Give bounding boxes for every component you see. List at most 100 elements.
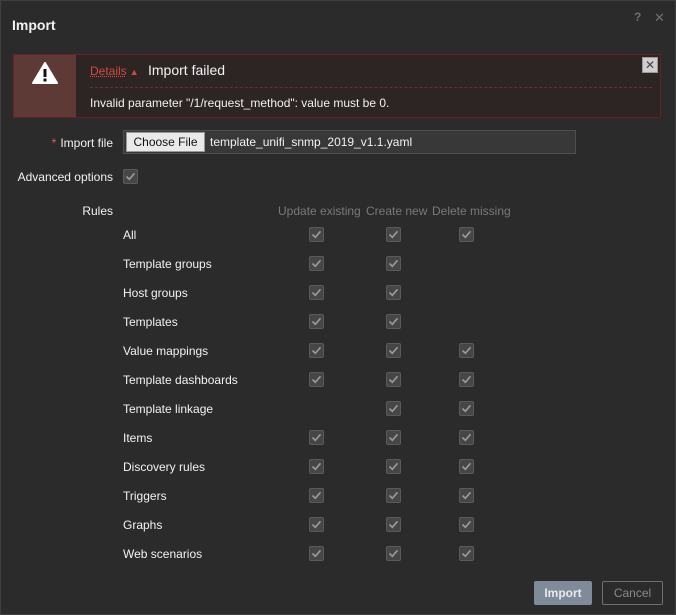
create-new-checkbox[interactable] bbox=[386, 546, 401, 561]
dialog-title: Import bbox=[12, 17, 56, 33]
message-title: Import failed bbox=[148, 62, 226, 78]
checkmark-icon bbox=[311, 433, 322, 442]
rule-label: Triggers bbox=[123, 489, 167, 503]
message-divider bbox=[90, 87, 652, 88]
warning-icon-box bbox=[14, 55, 76, 117]
import-file-label-text: Import file bbox=[60, 136, 113, 150]
checkmark-icon bbox=[461, 491, 472, 500]
checkmark-icon bbox=[388, 520, 399, 529]
checkmark-icon bbox=[311, 230, 322, 239]
checkmark-icon bbox=[388, 230, 399, 239]
checkmark-icon bbox=[311, 491, 322, 500]
checkmark-icon bbox=[311, 317, 322, 326]
delete-missing-checkbox[interactable] bbox=[459, 343, 474, 358]
details-toggle-link[interactable]: Details ▲ bbox=[90, 64, 139, 78]
checkmark-icon bbox=[388, 288, 399, 297]
close-message-icon[interactable]: ✕ bbox=[642, 57, 658, 73]
update-existing-checkbox[interactable] bbox=[309, 546, 324, 561]
column-header: Create new bbox=[366, 204, 428, 218]
checkmark-icon bbox=[388, 375, 399, 384]
rule-label: Host groups bbox=[123, 286, 188, 300]
create-new-checkbox[interactable] bbox=[386, 517, 401, 532]
delete-missing-checkbox[interactable] bbox=[459, 372, 474, 387]
checkmark-icon bbox=[388, 462, 399, 471]
update-existing-checkbox[interactable] bbox=[309, 488, 324, 503]
create-new-checkbox[interactable] bbox=[386, 488, 401, 503]
create-new-checkbox[interactable] bbox=[386, 459, 401, 474]
update-existing-checkbox[interactable] bbox=[309, 343, 324, 358]
checkmark-icon bbox=[125, 172, 136, 181]
import-button[interactable]: Import bbox=[534, 581, 592, 605]
rule-label: Items bbox=[123, 431, 153, 445]
column-header: Delete missing bbox=[432, 204, 511, 218]
import-file-field[interactable]: Choose File template_unifi_snmp_2019_v1.… bbox=[123, 130, 576, 154]
delete-missing-checkbox[interactable] bbox=[459, 517, 474, 532]
checkmark-icon bbox=[311, 375, 322, 384]
update-existing-checkbox[interactable] bbox=[309, 517, 324, 532]
checkmark-icon bbox=[461, 433, 472, 442]
rule-label: Templates bbox=[123, 315, 178, 329]
create-new-checkbox[interactable] bbox=[386, 256, 401, 271]
rule-label: Value mappings bbox=[123, 344, 209, 358]
create-new-checkbox[interactable] bbox=[386, 314, 401, 329]
checkmark-icon bbox=[311, 549, 322, 558]
error-message-box: Details ▲ Import failed Invalid parameter… bbox=[13, 54, 661, 118]
delete-missing-checkbox[interactable] bbox=[459, 546, 474, 561]
rule-label: Graphs bbox=[123, 518, 163, 532]
checkmark-icon bbox=[311, 288, 322, 297]
rule-label: Template linkage bbox=[123, 402, 214, 416]
checkmark-icon bbox=[461, 375, 472, 384]
update-existing-checkbox[interactable] bbox=[309, 285, 324, 300]
create-new-checkbox[interactable] bbox=[386, 285, 401, 300]
update-existing-checkbox[interactable] bbox=[309, 459, 324, 474]
checkmark-icon bbox=[461, 462, 472, 471]
warning-icon bbox=[32, 62, 58, 84]
create-new-checkbox[interactable] bbox=[386, 430, 401, 445]
rule-label: All bbox=[123, 228, 137, 242]
advanced-options-checkbox[interactable] bbox=[123, 169, 138, 184]
checkmark-icon bbox=[461, 520, 472, 529]
message-body: Invalid parameter "/1/request_method": v… bbox=[90, 96, 390, 110]
update-existing-checkbox[interactable] bbox=[309, 430, 324, 445]
create-new-checkbox[interactable] bbox=[386, 401, 401, 416]
details-label: Details bbox=[90, 64, 127, 78]
import-file-label: * Import file bbox=[41, 136, 113, 150]
checkmark-icon bbox=[461, 346, 472, 355]
required-marker: * bbox=[51, 136, 57, 150]
checkmark-icon bbox=[388, 549, 399, 558]
delete-missing-checkbox[interactable] bbox=[459, 488, 474, 503]
checkmark-icon bbox=[311, 259, 322, 268]
advanced-options-label: Advanced options bbox=[17, 170, 113, 184]
update-existing-checkbox[interactable] bbox=[309, 227, 324, 242]
delete-missing-checkbox[interactable] bbox=[459, 459, 474, 474]
checkmark-icon bbox=[388, 259, 399, 268]
checkmark-icon bbox=[311, 346, 322, 355]
checkmark-icon bbox=[461, 230, 472, 239]
update-existing-checkbox[interactable] bbox=[309, 256, 324, 271]
rule-label: Discovery rules bbox=[123, 460, 206, 474]
create-new-checkbox[interactable] bbox=[386, 372, 401, 387]
column-header: Update existing bbox=[278, 204, 361, 218]
delete-missing-checkbox[interactable] bbox=[459, 430, 474, 445]
rule-label: Template dashboards bbox=[123, 373, 238, 387]
help-icon[interactable]: ? bbox=[634, 10, 641, 24]
chevron-up-icon: ▲ bbox=[129, 67, 139, 77]
update-existing-checkbox[interactable] bbox=[309, 372, 324, 387]
checkmark-icon bbox=[311, 462, 322, 471]
checkmark-icon bbox=[388, 346, 399, 355]
checkmark-icon bbox=[311, 520, 322, 529]
close-icon[interactable]: ✕ bbox=[654, 10, 665, 26]
delete-missing-checkbox[interactable] bbox=[459, 401, 474, 416]
choose-file-button[interactable]: Choose File bbox=[126, 132, 205, 152]
cancel-button[interactable]: Cancel bbox=[602, 581, 663, 605]
checkmark-icon bbox=[388, 433, 399, 442]
rule-label: Web scenarios bbox=[123, 547, 203, 561]
import-dialog: Import ? ✕ Details ▲ Import failed Invali… bbox=[0, 0, 676, 615]
checkmark-icon bbox=[388, 317, 399, 326]
create-new-checkbox[interactable] bbox=[386, 227, 401, 242]
checkmark-icon bbox=[461, 404, 472, 413]
delete-missing-checkbox[interactable] bbox=[459, 227, 474, 242]
update-existing-checkbox[interactable] bbox=[309, 314, 324, 329]
create-new-checkbox[interactable] bbox=[386, 343, 401, 358]
checkmark-icon bbox=[388, 491, 399, 500]
